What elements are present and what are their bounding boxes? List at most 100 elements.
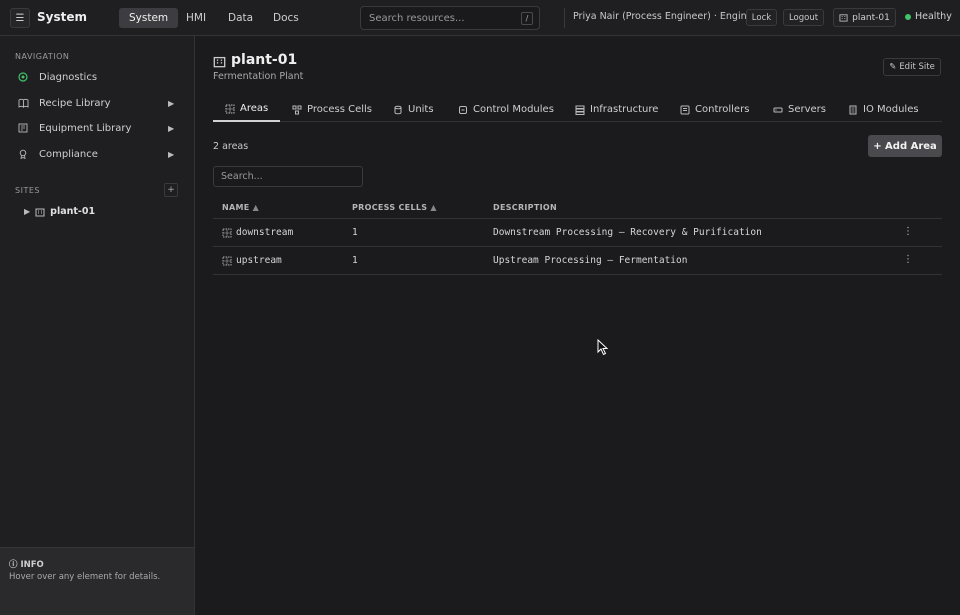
result-count: 2 areas bbox=[213, 141, 249, 152]
table-row[interactable]: downstream 1 Downstream Processing — Rec… bbox=[213, 219, 942, 247]
page-subtitle: Fermentation Plant bbox=[213, 71, 304, 82]
sort-icon: ▲ bbox=[430, 203, 437, 212]
site-selector-button[interactable]: plant-01 bbox=[833, 8, 896, 27]
tab-label: Controllers bbox=[695, 104, 750, 115]
server-icon bbox=[773, 107, 783, 112]
building-icon bbox=[35, 208, 45, 216]
row-name-cell: upstream bbox=[222, 255, 282, 266]
lock-button[interactable]: Lock bbox=[746, 9, 777, 26]
tab-control-modules[interactable]: Control Modules bbox=[458, 97, 554, 122]
info-title-label: INFO bbox=[20, 560, 44, 570]
menu-button[interactable]: ☰ bbox=[10, 8, 30, 28]
column-label: DESCRIPTION bbox=[493, 203, 557, 212]
add-site-button[interactable]: + bbox=[164, 183, 178, 197]
sidebar-item-label: Compliance bbox=[39, 148, 98, 160]
row-name[interactable]: downstream bbox=[236, 227, 293, 238]
io-icon bbox=[849, 105, 857, 114]
server-stack-icon bbox=[575, 105, 585, 115]
column-header-process-cells[interactable]: PROCESS CELLS ▲ bbox=[352, 203, 437, 212]
controller-icon bbox=[680, 105, 690, 114]
tab-servers[interactable]: Servers bbox=[773, 97, 826, 122]
row-process-cells: 1 bbox=[352, 227, 358, 238]
tab-io-modules[interactable]: IO Modules bbox=[848, 97, 919, 122]
sort-icon: ▲ bbox=[252, 203, 260, 212]
table-search-placeholder: Search... bbox=[221, 171, 263, 182]
row-menu-icon[interactable]: ⋮ bbox=[903, 226, 913, 237]
row-name[interactable]: upstream bbox=[236, 255, 282, 266]
expand-arrow-icon[interactable]: ▶ bbox=[168, 124, 174, 133]
column-label: NAME bbox=[222, 203, 250, 212]
tab-label: Areas bbox=[240, 103, 269, 114]
column-label: PROCESS CELLS bbox=[352, 203, 428, 212]
sidebar-item-diagnostics[interactable]: Diagnostics bbox=[0, 66, 194, 88]
area-icon bbox=[222, 228, 232, 237]
expand-arrow-icon[interactable]: ▶ bbox=[24, 207, 30, 216]
mouse-cursor-icon bbox=[597, 339, 609, 356]
diagnostics-icon bbox=[17, 71, 29, 83]
resource-search-input[interactable]: Search resources... / bbox=[360, 6, 540, 30]
tab-label: Servers bbox=[788, 104, 827, 115]
edit-site-button[interactable]: ✎ Edit Site bbox=[883, 58, 941, 76]
tab-units[interactable]: Units bbox=[393, 97, 434, 122]
sidebar-item-label: Equipment Library bbox=[39, 122, 132, 134]
building-icon bbox=[839, 14, 848, 22]
navigation-heading: NAVIGATION bbox=[15, 52, 70, 61]
table-header: NAME ▲ PROCESS CELLS ▲ DESCRIPTION bbox=[213, 197, 942, 219]
health-label: Healthy bbox=[915, 11, 952, 22]
tab-process-cells[interactable]: Process Cells bbox=[292, 97, 372, 122]
info-text: Hover over any element for details. bbox=[9, 572, 161, 582]
logout-button[interactable]: Logout bbox=[783, 9, 824, 26]
tab-controllers[interactable]: Controllers bbox=[680, 97, 749, 122]
expand-arrow-icon[interactable]: ▶ bbox=[168, 99, 174, 108]
module-icon bbox=[459, 105, 467, 114]
column-header-name[interactable]: NAME ▲ bbox=[222, 203, 259, 212]
row-description: Downstream Processing — Recovery & Purif… bbox=[493, 227, 762, 238]
row-process-cells: 1 bbox=[352, 255, 358, 266]
entity-tabs: Areas Process Cells Units Control Module… bbox=[213, 97, 942, 122]
tab-areas[interactable]: Areas bbox=[213, 97, 281, 122]
nav-tab-data[interactable]: Data bbox=[218, 8, 263, 28]
add-area-button[interactable]: + Add Area bbox=[868, 135, 942, 157]
divider bbox=[564, 8, 565, 28]
search-placeholder: Search resources... bbox=[369, 12, 465, 24]
health-status: Healthy bbox=[905, 11, 952, 22]
area-icon bbox=[222, 256, 232, 265]
info-icon: ⓘ bbox=[9, 560, 21, 570]
sidebar-item-label: Diagnostics bbox=[39, 71, 98, 83]
row-menu-icon[interactable]: ⋮ bbox=[903, 254, 913, 265]
book-icon bbox=[17, 97, 29, 109]
table-search-input[interactable]: Search... bbox=[213, 166, 363, 187]
sites-heading: SITES bbox=[15, 186, 40, 195]
sidebar-item-compliance[interactable]: Compliance ▶ bbox=[0, 143, 194, 165]
nav-tab-hmi[interactable]: HMI bbox=[176, 8, 216, 28]
sidebar-item-equipment-library[interactable]: Equipment Library ▶ bbox=[0, 117, 194, 139]
equipment-icon bbox=[17, 122, 29, 134]
tab-label: Control Modules bbox=[473, 104, 554, 115]
info-panel: ⓘ INFO Hover over any element for detail… bbox=[0, 547, 194, 615]
nav-tab-system[interactable]: System bbox=[119, 8, 179, 28]
table-row[interactable]: upstream 1 Upstream Processing — Ferment… bbox=[213, 247, 942, 275]
hamburger-icon: ☰ bbox=[15, 12, 25, 24]
info-title: ⓘ INFO bbox=[9, 558, 44, 570]
row-name-cell: downstream bbox=[222, 227, 293, 238]
sidebar-item-recipe-library[interactable]: Recipe Library ▶ bbox=[0, 92, 194, 114]
badge-icon bbox=[17, 148, 29, 160]
site-tree-item[interactable]: ▶ plant-01 bbox=[24, 206, 95, 217]
pencil-icon: ✎ bbox=[889, 62, 897, 72]
tab-label: Process Cells bbox=[307, 104, 373, 115]
tab-label: Infrastructure bbox=[590, 104, 659, 115]
edit-site-label: Edit Site bbox=[899, 62, 935, 72]
site-selector-label: plant-01 bbox=[852, 12, 890, 23]
tab-infrastructure[interactable]: Infrastructure bbox=[575, 97, 658, 122]
column-header-description[interactable]: DESCRIPTION bbox=[493, 203, 557, 212]
nav-tab-docs[interactable]: Docs bbox=[263, 8, 309, 28]
tab-label: Units bbox=[408, 104, 434, 115]
grid-icon bbox=[225, 104, 235, 113]
site-tree-label: plant-01 bbox=[50, 206, 96, 217]
user-info: Priya Nair (Process Engineer) · Engineer bbox=[573, 11, 763, 22]
app-title: System bbox=[37, 10, 87, 24]
sidebar-item-label: Recipe Library bbox=[39, 97, 111, 109]
expand-arrow-icon[interactable]: ▶ bbox=[168, 150, 174, 159]
sidebar: NAVIGATION Diagnostics Recipe Library ▶ … bbox=[0, 36, 195, 615]
tab-label: IO Modules bbox=[863, 104, 919, 115]
